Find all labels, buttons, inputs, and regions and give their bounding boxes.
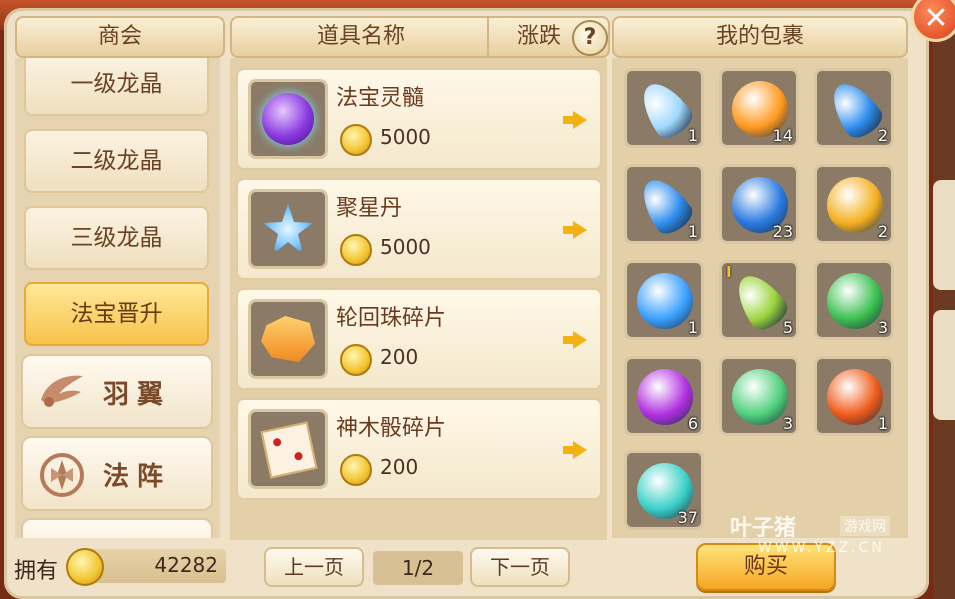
- arrow-icon: [573, 441, 587, 459]
- bag-slot[interactable]: I5: [719, 260, 799, 340]
- currency-value: 42282: [154, 553, 218, 577]
- bag-item-count: 2: [877, 222, 888, 241]
- arrow-icon: [573, 111, 587, 129]
- bag-slot[interactable]: 2: [814, 68, 894, 148]
- watermark-brand: 叶子猪: [730, 516, 797, 541]
- item-name: 轮回珠碎片: [336, 306, 447, 331]
- water-swirl-icon: [637, 273, 693, 329]
- item-price: 200: [380, 345, 419, 369]
- bag-item-count: 3: [782, 414, 793, 433]
- bag-item-count: 1: [687, 126, 698, 145]
- currency-box: 42282: [88, 549, 226, 583]
- items-column-header: 道具名称 涨跌: [230, 16, 610, 58]
- bag-slot[interactable]: 3: [814, 260, 894, 340]
- watermark-url: WWW.YZZ.CN: [758, 540, 885, 556]
- category-list: 一级龙晶 二级龙晶 三级龙晶 法宝晋升 羽翼 法阵: [15, 58, 220, 538]
- coin-icon: [340, 454, 372, 486]
- page-indicator: 1/2: [373, 551, 463, 585]
- golden-rose-icon: [827, 177, 883, 233]
- bag-slot[interactable]: 1: [624, 260, 704, 340]
- arrow-icon: [573, 331, 587, 349]
- close-icon: ✕: [923, 1, 949, 36]
- bag-slot[interactable]: 23: [719, 164, 799, 244]
- category-label: 法阵: [103, 462, 172, 492]
- item-price: 200: [380, 455, 419, 479]
- bag-slot[interactable]: 1: [624, 68, 704, 148]
- arrow-icon: [573, 221, 587, 239]
- item-name: 法宝灵髓: [336, 86, 425, 111]
- bag-item-count: 1: [687, 318, 698, 337]
- change-header: 涨跌: [517, 24, 562, 49]
- right-edge-tab[interactable]: [933, 310, 955, 420]
- rainbow-orb-icon: [732, 369, 788, 425]
- bag-item-count: 23: [772, 222, 793, 241]
- item-slot: [248, 409, 328, 489]
- bag-column-header: 我的包裹: [612, 16, 908, 58]
- category-item[interactable]: 一级龙晶: [24, 58, 209, 116]
- shop-item-row[interactable]: 轮回珠碎片 200: [236, 288, 602, 390]
- bag-item-count: 14: [772, 126, 793, 145]
- item-price: 5000: [380, 235, 431, 259]
- array-icon: [40, 453, 84, 497]
- category-item-selected[interactable]: 法宝晋升: [24, 282, 209, 346]
- help-icon[interactable]: ?: [572, 20, 608, 56]
- category-item[interactable]: 三级龙晶: [24, 206, 209, 270]
- item-name: 神木骰碎片: [336, 416, 447, 441]
- item-price: 5000: [380, 125, 431, 149]
- own-label: 拥有: [14, 559, 59, 584]
- purple-pedestal-orb-icon: [637, 369, 693, 425]
- coin-icon: [340, 234, 372, 266]
- header-divider: [487, 18, 489, 56]
- bag-slot[interactable]: 1: [814, 356, 894, 436]
- wing-icon: [41, 375, 83, 407]
- fire-spirit-icon: [827, 369, 883, 425]
- bag-grid: 1 14 2 1 23 2 1 I 5 3 6 3 1 37: [612, 58, 908, 538]
- next-page-button[interactable]: 下一页: [470, 547, 570, 587]
- bag-item-count: 2: [877, 126, 888, 145]
- coin-icon: [340, 124, 372, 156]
- bag-slot[interactable]: 3: [719, 356, 799, 436]
- item-list: 法宝灵髓 5000 聚星丹 5000 轮回珠碎片 200 神木骰碎片 200: [230, 58, 607, 540]
- bag-item-count: 1: [877, 414, 888, 433]
- bag-item-count: 3: [877, 318, 888, 337]
- shop-item-row[interactable]: 聚星丹 5000: [236, 178, 602, 280]
- category-label: 羽翼: [103, 380, 172, 410]
- star-swirl-icon: [263, 204, 313, 254]
- item-slot: [248, 189, 328, 269]
- item-slot: [248, 299, 328, 379]
- bag-slot[interactable]: 1: [624, 164, 704, 244]
- coin-icon: [340, 344, 372, 376]
- prev-page-button[interactable]: 上一页: [264, 547, 364, 587]
- bag-item-count: 5: [782, 318, 793, 337]
- bag-item-count: 37: [677, 508, 698, 527]
- category-more[interactable]: [21, 518, 213, 538]
- item-slot: [248, 79, 328, 159]
- purple-orb-icon: [262, 93, 314, 145]
- bag-slot[interactable]: 37: [624, 450, 704, 530]
- green-orb-icon: [827, 273, 883, 329]
- bag-slot[interactable]: 2: [814, 164, 894, 244]
- bag-slot-badge: I: [726, 263, 732, 281]
- shop-column-header: 商会: [15, 16, 225, 58]
- bag-slot[interactable]: 6: [624, 356, 704, 436]
- orb-fragment-icon: [261, 316, 315, 362]
- item-name: 聚星丹: [336, 196, 403, 221]
- bag-slot[interactable]: 14: [719, 68, 799, 148]
- watermark-tag: 游戏网: [840, 516, 890, 536]
- shop-item-row[interactable]: 神木骰碎片 200: [236, 398, 602, 500]
- item-name-header: 道具名称: [317, 24, 406, 49]
- shop-item-row[interactable]: 法宝灵髓 5000: [236, 68, 602, 170]
- right-edge-tab[interactable]: [933, 180, 955, 290]
- coin-icon: [66, 548, 104, 586]
- dice-fragment-icon: [260, 421, 318, 479]
- bag-item-count: 1: [687, 222, 698, 241]
- category-wing[interactable]: 羽翼: [21, 354, 213, 429]
- bag-item-count: 6: [687, 414, 698, 433]
- category-item[interactable]: 二级龙晶: [24, 129, 209, 193]
- category-array[interactable]: 法阵: [21, 436, 213, 511]
